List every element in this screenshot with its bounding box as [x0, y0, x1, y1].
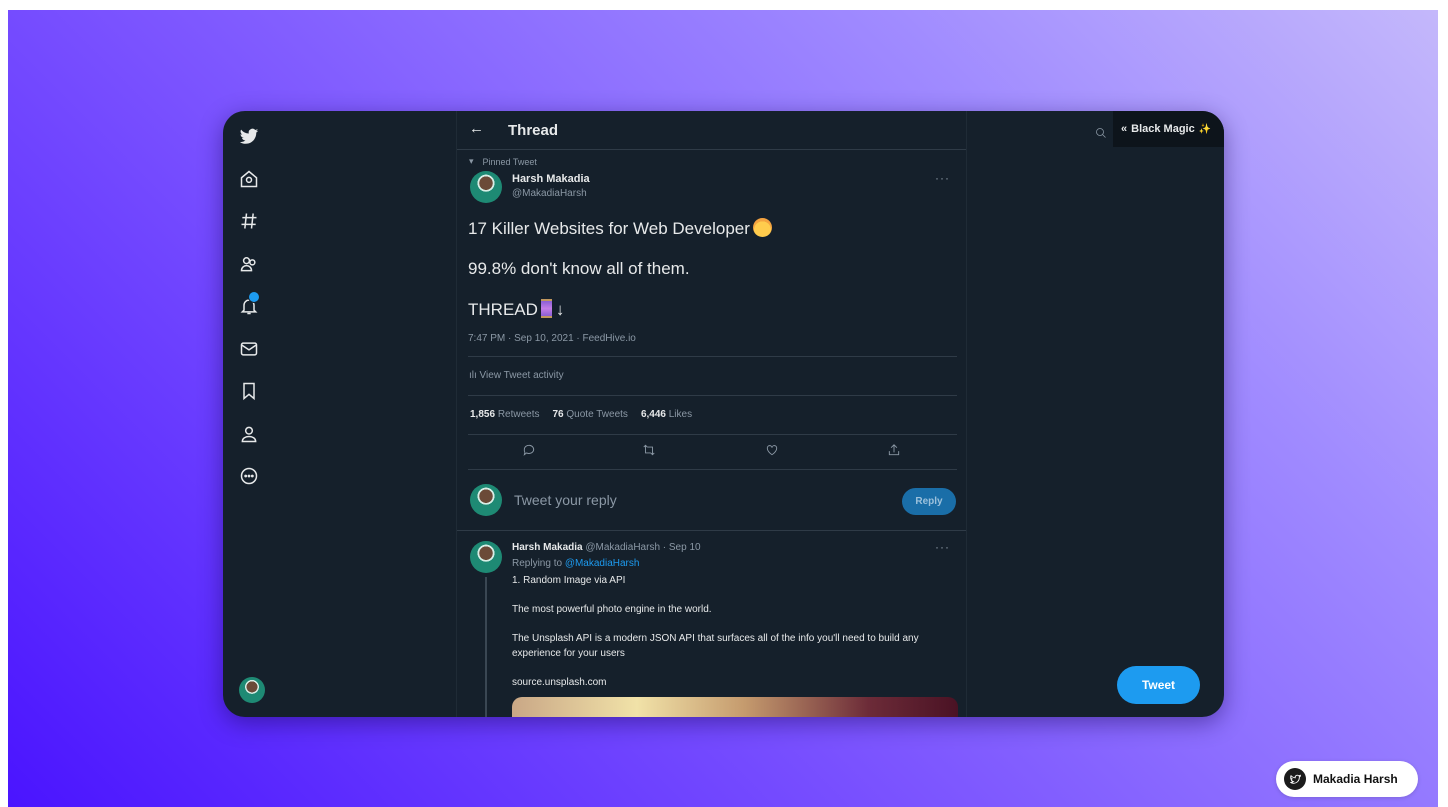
- thread-connector: [485, 577, 487, 717]
- tweet-text-line-1: 17 Killer Websites for Web Developer: [468, 218, 772, 239]
- divider: [468, 469, 957, 470]
- divider: [457, 530, 966, 531]
- notification-badge: [248, 291, 260, 303]
- tweet-meta: 7:47 PM · Sep 10, 2021 · FeedHive.io: [468, 333, 636, 344]
- retweet-icon[interactable]: [642, 443, 660, 461]
- profile-icon[interactable]: [237, 422, 261, 446]
- divider: [468, 356, 957, 357]
- replying-handle-link[interactable]: @MakadiaHarsh: [565, 558, 640, 569]
- reply-avatar: [470, 484, 502, 516]
- thread-label: THREAD: [468, 300, 538, 319]
- reply-button[interactable]: Reply: [902, 488, 956, 515]
- view-tweet-activity-link[interactable]: ılı View Tweet activity: [469, 370, 564, 381]
- tweet-more-icon[interactable]: ···: [935, 171, 950, 185]
- tweet-stats: 1,856 Retweets 76 Quote Tweets 6,446 Lik…: [470, 409, 692, 420]
- unsplash-link[interactable]: source.unsplash.com: [512, 675, 952, 690]
- watermark-name: Makadia Harsh: [1313, 772, 1398, 786]
- explore-icon[interactable]: [237, 209, 261, 233]
- app-window: ← Thread ▾ Pinned Tweet Harsh Makadia @M…: [223, 111, 1224, 717]
- messages-icon[interactable]: [237, 337, 261, 361]
- pinned-label: Pinned Tweet: [482, 156, 537, 167]
- sparkle-icon: ✨: [1198, 123, 1212, 135]
- divider: [468, 395, 957, 396]
- replying-prefix: Replying to: [512, 558, 563, 569]
- reply-icon[interactable]: [522, 443, 540, 461]
- tweet-actions: [468, 435, 957, 469]
- retweets-stat[interactable]: 1,856 Retweets: [470, 409, 540, 420]
- reply-header: Harsh Makadia @MakadiaHarsh · Sep 10: [512, 542, 701, 553]
- reply-more-icon[interactable]: ···: [935, 540, 950, 554]
- author-watermark: Makadia Harsh: [1276, 761, 1418, 797]
- more-icon[interactable]: [237, 464, 261, 488]
- tweet-button[interactable]: Tweet: [1117, 666, 1200, 704]
- tweet-text-line-2: 99.8% don't know all of them.: [468, 259, 690, 278]
- twitter-logo-icon[interactable]: [237, 124, 261, 148]
- pin-icon: ▾: [469, 156, 474, 166]
- black-magic-extension-button[interactable]: « Black Magic ✨: [1113, 111, 1224, 147]
- search-icon[interactable]: [1095, 126, 1107, 138]
- thread-spool-emoji-icon: [540, 299, 552, 318]
- down-arrow-icon: ↓: [555, 300, 565, 319]
- author-name[interactable]: Harsh Makadia: [512, 173, 590, 185]
- author-handle[interactable]: @MakadiaHarsh: [512, 188, 587, 199]
- reply-input[interactable]: [512, 491, 816, 509]
- home-icon[interactable]: [237, 167, 261, 191]
- double-chevron-left-icon: «: [1121, 123, 1128, 135]
- reply-handle-time: @MakadiaHarsh · Sep 10: [585, 542, 701, 553]
- sidebar-nav: [223, 111, 275, 717]
- reply-author-avatar[interactable]: [470, 541, 502, 573]
- notifications-icon[interactable]: [237, 291, 261, 318]
- likes-stat[interactable]: 6,446 Likes: [641, 409, 692, 420]
- thread-header: ← Thread: [457, 111, 966, 150]
- back-arrow-icon[interactable]: ←: [469, 120, 484, 137]
- black-magic-label: Black Magic: [1131, 123, 1195, 135]
- reply-text-line-1: 1. Random Image via API: [512, 575, 626, 586]
- author-avatar[interactable]: [470, 171, 502, 203]
- account-avatar[interactable]: [239, 677, 265, 703]
- reply-author-name[interactable]: Harsh Makadia: [512, 542, 583, 553]
- thread-column: ← Thread ▾ Pinned Tweet Harsh Makadia @M…: [456, 111, 967, 717]
- bookmarks-icon[interactable]: [237, 379, 261, 403]
- reply-text-line-3: The Unsplash API is a modern JSON API th…: [512, 633, 919, 659]
- like-icon[interactable]: [765, 443, 783, 461]
- communities-icon[interactable]: [237, 252, 261, 276]
- replying-to: Replying to @MakadiaHarsh: [512, 558, 639, 569]
- pinned-indicator: ▾ Pinned Tweet: [469, 156, 537, 167]
- exploding-head-emoji-icon: [752, 218, 772, 237]
- link-preview-image[interactable]: [512, 697, 958, 717]
- page-title: Thread: [508, 122, 559, 139]
- reply-text-line-2: The most powerful photo engine in the wo…: [512, 604, 712, 615]
- tweet-text-line-3: THREAD ↓: [468, 299, 564, 320]
- twitter-bird-icon: [1284, 768, 1306, 790]
- share-icon[interactable]: [887, 443, 905, 461]
- tweet-text: 17 Killer Websites for Web Developer: [468, 219, 750, 238]
- quote-tweets-stat[interactable]: 76 Quote Tweets: [553, 409, 628, 420]
